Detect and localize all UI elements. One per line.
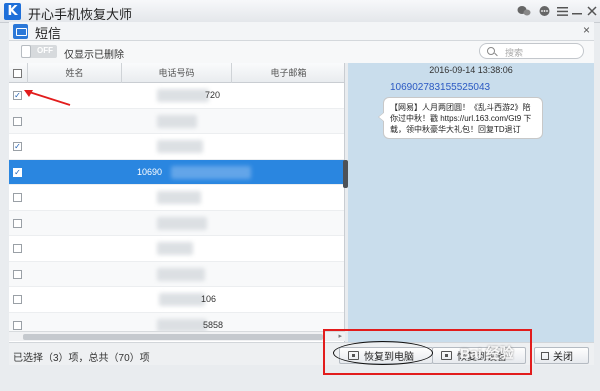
phone-number-cell: 106: [201, 294, 217, 304]
redacted-phone-mask: [157, 140, 203, 153]
deleted-only-label: 仅显示已删除: [64, 50, 124, 61]
scroll-right-arrow-icon[interactable]: ▸: [338, 332, 342, 340]
exit-icon: [541, 351, 549, 360]
restore-to-pc-label: 恢复到电脑: [364, 352, 414, 363]
row-checkbox[interactable]: [13, 269, 22, 279]
sms-window-title: 短信: [35, 26, 62, 41]
row-checkbox[interactable]: ✓: [13, 142, 22, 151]
row-checkbox[interactable]: ✓: [13, 91, 22, 100]
redacted-phone-mask: [157, 114, 197, 128]
wechat-icon[interactable]: [516, 3, 532, 19]
app-title: 开心手机恢复大师: [28, 7, 133, 22]
table-row[interactable]: ✓ 10690: [9, 159, 344, 185]
row-checkbox[interactable]: [13, 116, 22, 126]
table-row[interactable]: ✓: [9, 134, 344, 160]
sms-icon: [13, 24, 28, 39]
sms-contact-table: 姓名 电话号码 电子邮箱 ✓ 720 ✓ ✓ 10690 106 5858: [9, 63, 345, 342]
redacted-phone-mask: [157, 89, 209, 102]
sms-window-header: 短信 ×: [9, 22, 594, 41]
restore-to-pc-button[interactable]: 恢复到电脑: [339, 347, 433, 364]
phone-number-cell: 720: [205, 90, 221, 100]
table-header: 姓名 电话号码 电子邮箱: [9, 63, 344, 83]
table-row[interactable]: ✓ 720: [9, 83, 344, 109]
column-header-email[interactable]: 电子邮箱: [231, 63, 344, 83]
redacted-phone-mask: [157, 191, 201, 204]
table-row[interactable]: [9, 185, 344, 211]
menu-icon[interactable]: [554, 3, 570, 19]
row-checkbox[interactable]: [13, 193, 22, 202]
column-header-phone[interactable]: 电话号码: [121, 63, 231, 83]
table-row[interactable]: [9, 108, 344, 134]
message-date: 2016-09-14 13:38:06: [429, 65, 513, 75]
redacted-phone-mask: [157, 242, 193, 255]
table-row[interactable]: 106: [9, 287, 344, 313]
toggle-knob: [21, 45, 31, 58]
row-checkbox[interactable]: [13, 320, 22, 330]
horizontal-scrollbar-thumb[interactable]: [23, 334, 323, 340]
chat-icon[interactable]: [536, 3, 552, 19]
phone-number-cell: 10690: [137, 166, 163, 177]
title-bar: K 开心手机恢复大师: [0, 0, 600, 23]
sender-number: 106902783155525043: [390, 82, 491, 93]
redacted-phone-mask: [157, 318, 207, 332]
deleted-only-toggle[interactable]: OFF: [21, 45, 57, 58]
row-checkbox[interactable]: [13, 295, 22, 304]
sms-close-icon[interactable]: ×: [583, 23, 590, 37]
restore-to-device-button[interactable]: 恢复到设备: [432, 347, 526, 364]
close-icon[interactable]: [584, 3, 600, 19]
filter-bar: OFF 仅显示已删除 搜索: [9, 41, 594, 63]
close-label: 关闭: [553, 352, 573, 363]
minimize-icon[interactable]: [569, 3, 585, 19]
column-header-name[interactable]: 姓名: [27, 63, 121, 83]
search-placeholder: 搜索: [505, 48, 524, 58]
app-logo-icon: K: [4, 3, 21, 20]
redacted-phone-mask: [171, 165, 251, 179]
redacted-phone-mask: [157, 267, 205, 281]
computer-icon: [348, 351, 359, 360]
restore-to-device-label: 恢复到设备: [457, 352, 507, 363]
phone-icon: [441, 351, 452, 360]
table-row[interactable]: [9, 210, 344, 236]
search-input[interactable]: 搜索: [479, 43, 584, 59]
redacted-phone-mask: [157, 216, 207, 230]
message-bubble: 【网易】人月两团圆！《乱斗西游2》陪你过中秋！戳 https://url.163…: [378, 97, 543, 139]
row-checkbox[interactable]: [13, 218, 22, 228]
table-row[interactable]: [9, 236, 344, 262]
toggle-state-label: OFF: [37, 46, 53, 55]
table-row[interactable]: [9, 261, 344, 287]
message-preview-pane: 2016-09-14 13:38:06 106902783155525043 【…: [348, 63, 594, 342]
selection-count: 已选择（3）项，总共（70）项: [13, 353, 150, 364]
row-checkbox[interactable]: ✓: [13, 167, 22, 177]
horizontal-scrollbar[interactable]: ▸: [9, 331, 345, 341]
select-all-checkbox[interactable]: [13, 69, 22, 78]
search-icon: [487, 47, 495, 55]
row-checkbox[interactable]: [13, 244, 22, 253]
close-button[interactable]: 关闭: [534, 347, 589, 364]
redacted-phone-mask: [159, 293, 205, 306]
status-bar: 已选择（3）项，总共（70）项 恢复到电脑 恢复到设备 关闭: [9, 342, 594, 365]
table-body: ✓ 720 ✓ ✓ 10690 106 5858: [9, 83, 344, 338]
phone-number-cell: 5858: [203, 319, 224, 330]
